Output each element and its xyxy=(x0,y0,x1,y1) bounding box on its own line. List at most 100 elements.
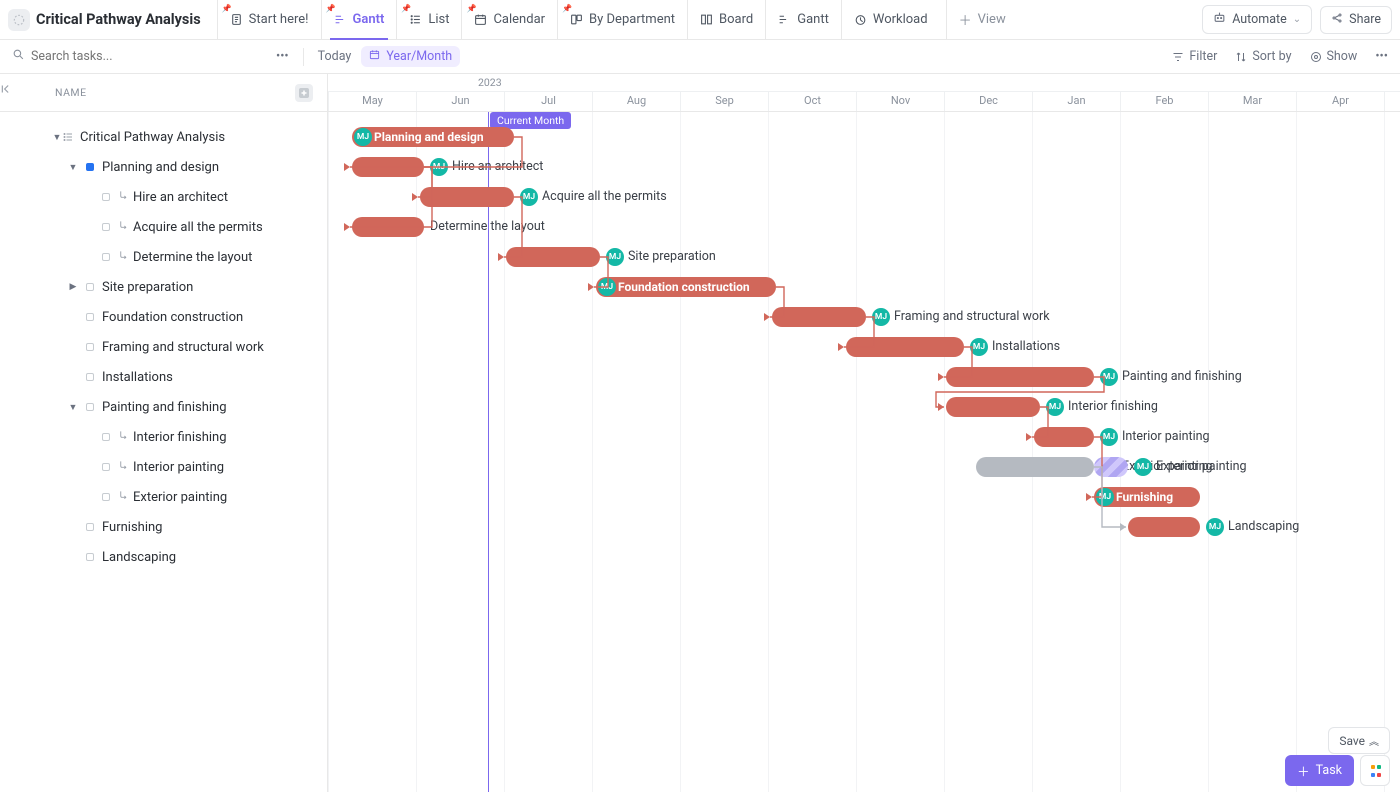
gantt-bar[interactable] xyxy=(946,367,1094,387)
gantt-bar[interactable]: MJFurnishing xyxy=(1094,487,1200,507)
bar-label: Interior painting xyxy=(1122,429,1210,444)
share-button[interactable]: Share xyxy=(1320,6,1392,34)
board-icon xyxy=(570,13,583,26)
caret-icon[interactable] xyxy=(68,282,78,292)
tree-row[interactable]: Landscaping xyxy=(0,542,327,572)
gantt-bar[interactable] xyxy=(352,157,424,177)
gantt-bar[interactable] xyxy=(352,217,424,237)
gantt-bar[interactable] xyxy=(1128,517,1200,537)
filter-button[interactable]: Filter xyxy=(1172,49,1217,64)
assignee-avatar[interactable]: MJ xyxy=(1096,488,1114,506)
search-more-icon[interactable]: ••• xyxy=(276,49,289,64)
month-header: May xyxy=(328,92,416,111)
tree-row[interactable]: Furnishing xyxy=(0,512,327,542)
zoom-select[interactable]: Year/Month xyxy=(361,46,460,67)
tab-board[interactable]: Board xyxy=(687,0,765,39)
caret-icon[interactable] xyxy=(68,162,78,173)
bar-label: Foundation construction xyxy=(618,277,750,297)
tree-row[interactable]: Interior finishing xyxy=(0,422,327,452)
automate-button[interactable]: Automate ⌄ xyxy=(1202,5,1312,34)
save-button[interactable]: Save ︽ xyxy=(1328,727,1390,754)
tree-row[interactable]: Critical Pathway Analysis xyxy=(0,122,327,152)
status-dot xyxy=(86,343,94,351)
top-bar: Critical Pathway Analysis 📌Start here!📌G… xyxy=(0,0,1400,40)
gantt-bar[interactable] xyxy=(1034,427,1094,447)
tab-calendar[interactable]: 📌Calendar xyxy=(461,0,557,39)
assignee-avatar[interactable]: MJ xyxy=(598,278,616,296)
today-button[interactable]: Today xyxy=(318,49,352,64)
tab-workload[interactable]: Workload xyxy=(841,0,940,39)
assignee-avatar[interactable]: MJ xyxy=(430,158,448,176)
bar-label: Interior finishing xyxy=(1068,399,1158,414)
tree-row[interactable]: Planning and design xyxy=(0,152,327,182)
grid-line xyxy=(504,112,505,792)
gantt-bar[interactable] xyxy=(946,397,1040,417)
assignee-avatar[interactable]: MJ xyxy=(1134,458,1152,476)
new-task-button[interactable]: ＋ Task xyxy=(1285,755,1354,786)
collapse-sidebar-icon[interactable] xyxy=(0,80,16,98)
eye-icon xyxy=(1310,51,1322,63)
more-icon[interactable]: ••• xyxy=(1375,49,1388,64)
grid-line xyxy=(328,112,329,792)
tree-row[interactable]: Framing and structural work xyxy=(0,332,327,362)
search-input[interactable] xyxy=(31,49,211,64)
tab-label: Calendar xyxy=(493,12,545,27)
show-button[interactable]: Show xyxy=(1310,49,1358,64)
gantt-bar[interactable] xyxy=(976,457,1094,477)
list-icon xyxy=(409,13,422,26)
tree-label: Exterior painting xyxy=(133,490,227,505)
gantt-bar[interactable] xyxy=(506,247,600,267)
gantt-bar[interactable]: MJFoundation construction xyxy=(596,277,776,297)
add-column-button[interactable] xyxy=(295,84,313,102)
assignee-avatar[interactable]: MJ xyxy=(520,188,538,206)
add-view-button[interactable]: ＋ View xyxy=(946,0,1018,39)
assignee-avatar[interactable]: MJ xyxy=(1046,398,1064,416)
tab-start-here-[interactable]: 📌Start here! xyxy=(217,0,321,39)
tree-row[interactable]: Interior painting xyxy=(0,452,327,482)
assignee-avatar[interactable]: MJ xyxy=(606,248,624,266)
tab-gantt[interactable]: 📌Gantt xyxy=(321,0,397,39)
gantt-bar[interactable] xyxy=(772,307,866,327)
tree-row[interactable]: Site preparation xyxy=(0,272,327,302)
gantt-bar[interactable] xyxy=(420,187,514,207)
assignee-avatar[interactable]: MJ xyxy=(1100,428,1118,446)
gantt-bar[interactable] xyxy=(846,337,964,357)
tab-list[interactable]: 📌List xyxy=(396,0,461,39)
gantt-bar[interactable] xyxy=(1094,457,1128,477)
tree-row[interactable]: Installations xyxy=(0,362,327,392)
gantt-bar[interactable]: MJPlanning and design xyxy=(352,127,514,147)
bar-label: Framing and structural work xyxy=(894,309,1050,324)
tree-row[interactable]: Painting and finishing xyxy=(0,392,327,422)
tab-by-department[interactable]: 📌By Department xyxy=(557,0,687,39)
subtask-icon xyxy=(118,250,129,264)
board2-icon xyxy=(700,13,713,26)
assignee-avatar[interactable]: MJ xyxy=(354,128,372,146)
subtask-icon xyxy=(118,460,129,474)
assignee-avatar[interactable]: MJ xyxy=(1206,518,1224,536)
subtask-icon xyxy=(118,490,129,504)
bar-label: Exterior painting xyxy=(1156,459,1247,474)
tree-label: Interior painting xyxy=(133,460,224,475)
sortby-button[interactable]: Sort by xyxy=(1235,49,1291,64)
app-icon xyxy=(8,9,30,31)
tab-gantt[interactable]: Gantt xyxy=(765,0,841,39)
share-icon xyxy=(1331,12,1343,28)
assignee-avatar[interactable]: MJ xyxy=(1100,368,1118,386)
gantt-timeline[interactable]: 2023 MayJunJulAugSepOctNovDecJanFebMarAp… xyxy=(328,74,1400,792)
apps-button[interactable] xyxy=(1360,755,1390,786)
assignee-avatar[interactable]: MJ xyxy=(970,338,988,356)
caret-icon[interactable] xyxy=(68,402,78,413)
tree-row[interactable]: Exterior painting xyxy=(0,482,327,512)
tree-row[interactable]: Hire an architect xyxy=(0,182,327,212)
tree-row[interactable]: Determine the layout xyxy=(0,242,327,272)
timeline-year: 2023 xyxy=(478,76,502,89)
search-box[interactable] xyxy=(12,48,272,65)
plus-icon: ＋ xyxy=(959,10,972,29)
search-icon xyxy=(12,48,25,65)
tree-label: Installations xyxy=(102,370,173,385)
tree-row[interactable]: Acquire all the permits xyxy=(0,212,327,242)
grid-line xyxy=(592,112,593,792)
caret-icon[interactable] xyxy=(52,132,62,143)
tree-row[interactable]: Foundation construction xyxy=(0,302,327,332)
assignee-avatar[interactable]: MJ xyxy=(872,308,890,326)
